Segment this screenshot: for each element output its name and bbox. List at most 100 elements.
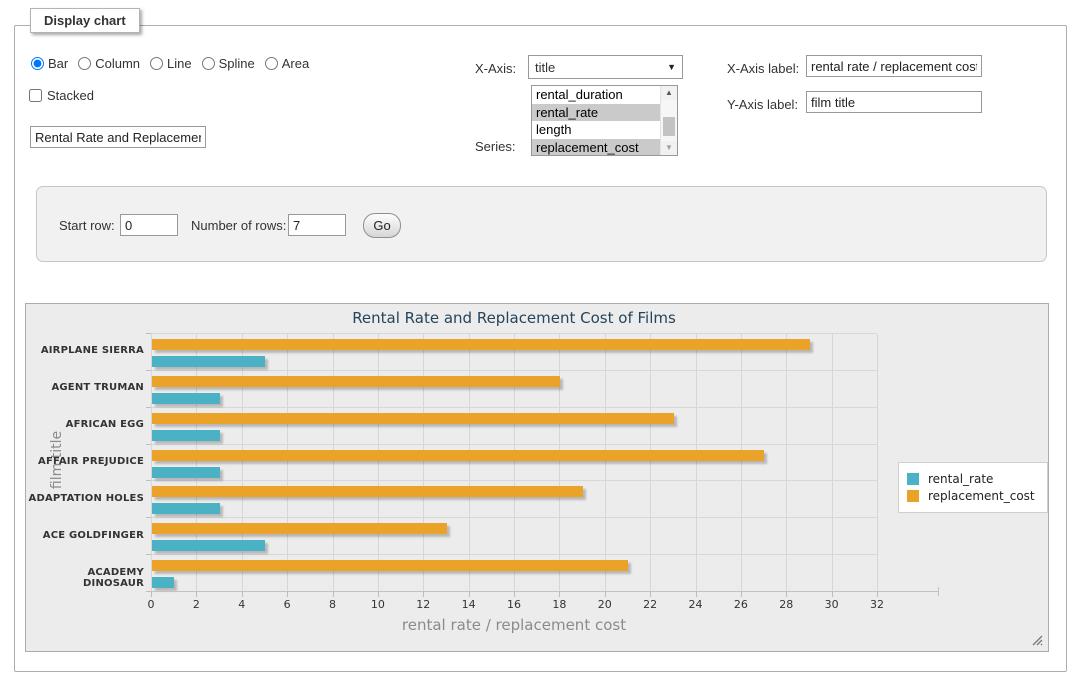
- x-axis-tick-label: 2: [176, 598, 216, 611]
- x-axis-tick-label: 16: [494, 598, 534, 611]
- bar-rental_rate[interactable]: [152, 540, 265, 551]
- radio-line-label[interactable]: Line: [167, 56, 192, 71]
- x-axis-tick-label: 24: [676, 598, 716, 611]
- x-axis-tick: [559, 592, 560, 597]
- radio-column-label[interactable]: Column: [95, 56, 140, 71]
- y-axis-tick: [146, 407, 151, 408]
- x-axis-label-label: X-Axis label:: [727, 61, 799, 76]
- x-axis-tick-label: 8: [313, 598, 353, 611]
- radio-bar[interactable]: [31, 57, 44, 70]
- x-axis-tick: [287, 592, 288, 597]
- x-axis-tick: [786, 592, 787, 597]
- legend-entry: rental_rate: [907, 472, 1035, 486]
- x-axis-tick: [378, 592, 379, 597]
- series-option-rental_rate[interactable]: rental_rate: [532, 104, 660, 122]
- bar-replacement_cost[interactable]: [152, 560, 628, 571]
- chart-legend: rental_ratereplacement_cost: [898, 462, 1048, 513]
- x-axis-tick: [696, 592, 697, 597]
- series-option-rental_duration[interactable]: rental_duration: [532, 86, 660, 104]
- series-option-length[interactable]: length: [532, 121, 660, 139]
- category-label: ACADEMY DINOSAUR: [26, 567, 144, 589]
- x-axis-tick-label: 22: [630, 598, 670, 611]
- category-row: [151, 481, 877, 518]
- chart-container: Rental Rate and Replacement Cost of Film…: [25, 303, 1049, 652]
- x-axis-tick-label: 0: [131, 598, 171, 611]
- bar-rental_rate[interactable]: [152, 356, 265, 367]
- category-label: AFRICAN EGG: [26, 419, 144, 430]
- scrollbar-thumb[interactable]: [663, 117, 675, 136]
- x-axis-line: [151, 591, 939, 592]
- x-axis-tick-label: 20: [585, 598, 625, 611]
- bar-rental_rate[interactable]: [152, 430, 220, 441]
- stacked-checkbox[interactable]: [29, 89, 42, 102]
- x-axis-selected-value: title: [535, 60, 555, 75]
- bar-replacement_cost[interactable]: [152, 413, 674, 424]
- y-axis-tick: [146, 480, 151, 481]
- radio-line[interactable]: [150, 57, 163, 70]
- y-axis-label-input[interactable]: [806, 91, 982, 113]
- chart-title: Rental Rate and Replacement Cost of Film…: [151, 309, 877, 327]
- category-row: [151, 445, 877, 482]
- bar-replacement_cost[interactable]: [152, 486, 583, 497]
- bar-replacement_cost[interactable]: [152, 450, 764, 461]
- series-options: rental_durationrental_ratelengthreplacem…: [532, 86, 660, 155]
- number-of-rows-input[interactable]: [288, 214, 346, 236]
- chart-type-radio-group: Bar Column Line Spline Area: [31, 56, 315, 71]
- scroll-down-icon[interactable]: ▼: [661, 141, 677, 155]
- radio-spline-label[interactable]: Spline: [219, 56, 255, 71]
- start-row-input[interactable]: [120, 214, 178, 236]
- go-button[interactable]: Go: [363, 213, 401, 238]
- x-axis-tick-label: 28: [766, 598, 806, 611]
- y-axis-tick: [146, 444, 151, 445]
- bar-replacement_cost[interactable]: [152, 376, 560, 387]
- radio-area[interactable]: [265, 57, 278, 70]
- x-axis-tick: [832, 592, 833, 597]
- series-listbox[interactable]: rental_durationrental_ratelengthreplacem…: [531, 85, 678, 156]
- x-axis-tick: [650, 592, 651, 597]
- category-label: ADAPTATION HOLES: [26, 493, 144, 504]
- bar-replacement_cost[interactable]: [152, 523, 447, 534]
- chart-title-input[interactable]: [30, 126, 206, 148]
- category-label: ACE GOLDFINGER: [26, 530, 144, 541]
- category-label: AGENT TRUMAN: [26, 382, 144, 393]
- y-axis-label-label: Y-Axis label:: [727, 97, 798, 112]
- x-axis-label-input[interactable]: [806, 55, 982, 77]
- category-row: [151, 371, 877, 408]
- y-axis-title: film title: [49, 400, 65, 520]
- legend-swatch-icon: [907, 490, 919, 502]
- x-axis-end-tick: [938, 587, 939, 596]
- radio-area-label[interactable]: Area: [282, 56, 309, 71]
- bar-rental_rate[interactable]: [152, 393, 220, 404]
- radio-spline[interactable]: [202, 57, 215, 70]
- legend-label: rental_rate: [928, 472, 993, 486]
- x-axis-select[interactable]: title ▼: [528, 55, 683, 79]
- y-axis-tick: [146, 333, 151, 334]
- radio-column[interactable]: [78, 57, 91, 70]
- plot-area: [151, 333, 877, 591]
- radio-bar-label[interactable]: Bar: [48, 56, 68, 71]
- category-row: [151, 555, 877, 592]
- x-axis-tick: [333, 592, 334, 597]
- x-axis-tick: [151, 592, 152, 597]
- panel-title: Display chart: [30, 8, 140, 33]
- x-axis-select-label: X-Axis:: [475, 61, 516, 76]
- start-row-label: Start row:: [59, 218, 115, 233]
- x-axis-tick-label: 4: [222, 598, 262, 611]
- category-row: [151, 334, 877, 371]
- number-of-rows-label: Number of rows:: [191, 218, 286, 233]
- bar-replacement_cost[interactable]: [152, 339, 810, 350]
- x-axis-tick-label: 26: [721, 598, 761, 611]
- series-option-replacement_cost[interactable]: replacement_cost: [532, 139, 660, 157]
- bar-rental_rate[interactable]: [152, 503, 220, 514]
- y-axis-tick: [146, 517, 151, 518]
- x-axis-tick: [469, 592, 470, 597]
- bar-rental_rate[interactable]: [152, 577, 174, 588]
- resize-grip-icon[interactable]: [1031, 634, 1043, 646]
- stacked-row: Stacked: [29, 88, 94, 103]
- x-axis-tick: [741, 592, 742, 597]
- bar-rental_rate[interactable]: [152, 467, 220, 478]
- stacked-label[interactable]: Stacked: [47, 88, 94, 103]
- listbox-scrollbar[interactable]: ▲ ▼: [660, 86, 677, 155]
- scroll-up-icon[interactable]: ▲: [661, 86, 677, 100]
- x-axis-title: rental rate / replacement cost: [151, 616, 877, 634]
